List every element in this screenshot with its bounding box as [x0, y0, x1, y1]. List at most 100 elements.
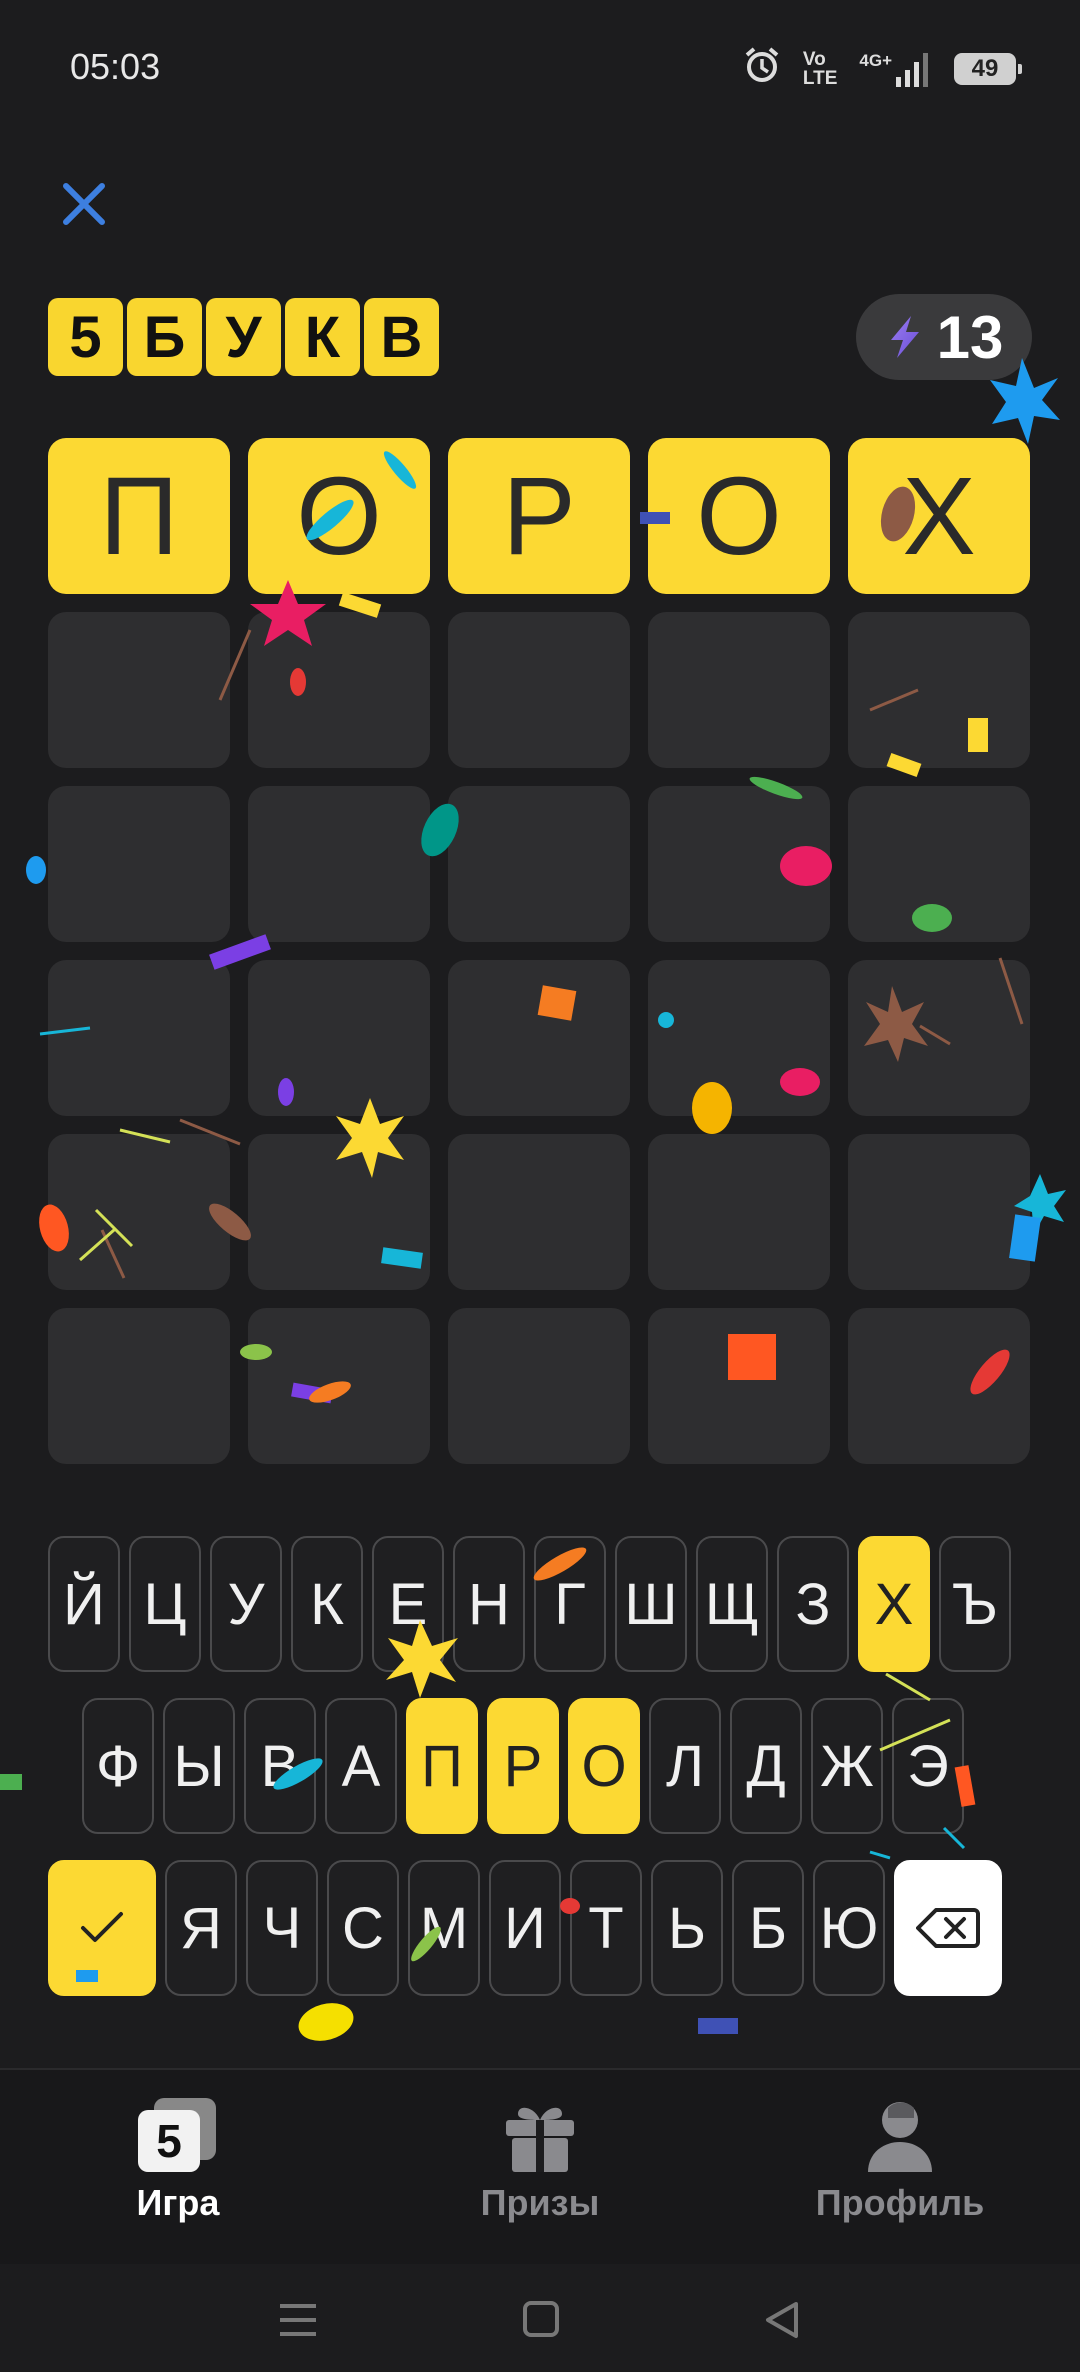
volte-icon: Vo LTE	[802, 48, 838, 89]
board-cell: О	[648, 438, 830, 594]
board-cell	[248, 1134, 430, 1290]
board-cell	[248, 612, 430, 768]
game-logo: 5 Б У К В	[48, 298, 439, 376]
profile-icon	[868, 2102, 932, 2172]
key[interactable]: Ы	[163, 1698, 235, 1834]
key[interactable]: Ю	[813, 1860, 885, 1996]
board-row: П О Р О Х	[48, 438, 1032, 594]
backspace-icon	[916, 1908, 980, 1948]
key[interactable]: Ч	[246, 1860, 318, 1996]
board-cell	[648, 786, 830, 942]
board-cell	[48, 1134, 230, 1290]
game-icon: 5	[138, 2098, 218, 2172]
key[interactable]: Р	[487, 1698, 559, 1834]
key[interactable]: Ж	[811, 1698, 883, 1834]
nav-item-prizes[interactable]: Призы	[390, 2098, 690, 2224]
board-cell	[648, 1134, 830, 1290]
board-cell	[448, 960, 630, 1116]
game-badge: 5	[138, 2110, 200, 2172]
back-icon[interactable]	[764, 2300, 800, 2340]
key[interactable]: Х	[858, 1536, 930, 1672]
board-cell	[448, 612, 630, 768]
key[interactable]: Ъ	[939, 1536, 1011, 1672]
key[interactable]: Л	[649, 1698, 721, 1834]
key[interactable]: Ц	[129, 1536, 201, 1672]
board-row	[48, 1308, 1032, 1464]
key[interactable]: П	[406, 1698, 478, 1834]
lightning-icon	[890, 316, 919, 358]
key[interactable]: Я	[165, 1860, 237, 1996]
board-cell	[848, 1134, 1030, 1290]
network-type: 4G+	[859, 50, 892, 70]
board-cell	[448, 1134, 630, 1290]
alarm-icon	[743, 46, 781, 91]
board-cell	[848, 960, 1030, 1116]
battery-indicator: 49	[954, 52, 1022, 85]
key[interactable]: Щ	[696, 1536, 768, 1672]
board-row	[48, 612, 1032, 768]
close-button[interactable]	[58, 178, 110, 230]
key[interactable]: Ь	[651, 1860, 723, 1996]
board-cell	[248, 960, 430, 1116]
nav-label-prizes: Призы	[480, 2182, 600, 2223]
key[interactable]: О	[568, 1698, 640, 1834]
key[interactable]: Т	[570, 1860, 642, 1996]
board-cell	[48, 786, 230, 942]
backspace-button[interactable]	[894, 1860, 1002, 1996]
status-icons: Vo LTE 4G+ 49	[743, 46, 1022, 91]
gift-icon	[506, 2107, 574, 2172]
board-row	[48, 1134, 1032, 1290]
board-cell	[248, 786, 430, 942]
board-row	[48, 786, 1032, 942]
keyboard-row-1: Й Ц У К Е Н Г Ш Щ З Х Ъ	[48, 1536, 1011, 1672]
board-cell: П	[48, 438, 230, 594]
key[interactable]: Б	[732, 1860, 804, 1996]
board-cell	[48, 960, 230, 1116]
nav-label-profile: Профиль	[815, 2182, 985, 2223]
board-cell	[648, 612, 830, 768]
nav-label-game: Игра	[136, 2182, 220, 2223]
submit-button[interactable]	[48, 1860, 156, 1996]
board-cell	[48, 1308, 230, 1464]
board-cell	[648, 1308, 830, 1464]
board-cell	[648, 960, 830, 1116]
board-cell: Р	[448, 438, 630, 594]
board-cell	[848, 1308, 1030, 1464]
logo-tile: У	[206, 298, 281, 376]
key[interactable]: Й	[48, 1536, 120, 1672]
key[interactable]: Е	[372, 1536, 444, 1672]
key[interactable]: Г	[534, 1536, 606, 1672]
menu-icon[interactable]	[278, 2302, 318, 2338]
logo-tile: В	[364, 298, 439, 376]
board-cell	[448, 786, 630, 942]
status-time: 05:03	[70, 46, 161, 87]
key[interactable]: А	[325, 1698, 397, 1834]
key[interactable]: И	[489, 1860, 561, 1996]
board-cell	[48, 612, 230, 768]
game-board: П О Р О Х	[48, 438, 1032, 1482]
board-cell	[848, 786, 1030, 942]
key[interactable]: М	[408, 1860, 480, 1996]
board-cell	[248, 1308, 430, 1464]
key[interactable]: Ф	[82, 1698, 154, 1834]
key[interactable]: К	[291, 1536, 363, 1672]
key[interactable]: С	[327, 1860, 399, 1996]
board-cell	[448, 1308, 630, 1464]
energy-counter[interactable]: 13	[856, 294, 1032, 380]
key[interactable]: Э	[892, 1698, 964, 1834]
logo-tile: 5	[48, 298, 123, 376]
key[interactable]: В	[244, 1698, 316, 1834]
nav-item-game[interactable]: 5 Игра	[28, 2098, 328, 2224]
key[interactable]: З	[777, 1536, 849, 1672]
home-icon[interactable]	[522, 2300, 560, 2338]
key[interactable]: У	[210, 1536, 282, 1672]
signal-4g-icon: 4G+	[859, 51, 932, 87]
bottom-nav: 5 Игра Призы Профиль	[0, 2068, 1080, 2266]
key[interactable]: Д	[730, 1698, 802, 1834]
board-row	[48, 960, 1032, 1116]
keyboard-row-2: Ф Ы В А П Р О Л Д Ж Э	[82, 1698, 964, 1834]
key[interactable]: Ш	[615, 1536, 687, 1672]
check-icon	[81, 1912, 123, 1942]
nav-item-profile[interactable]: Профиль	[750, 2098, 1050, 2224]
key[interactable]: Н	[453, 1536, 525, 1672]
